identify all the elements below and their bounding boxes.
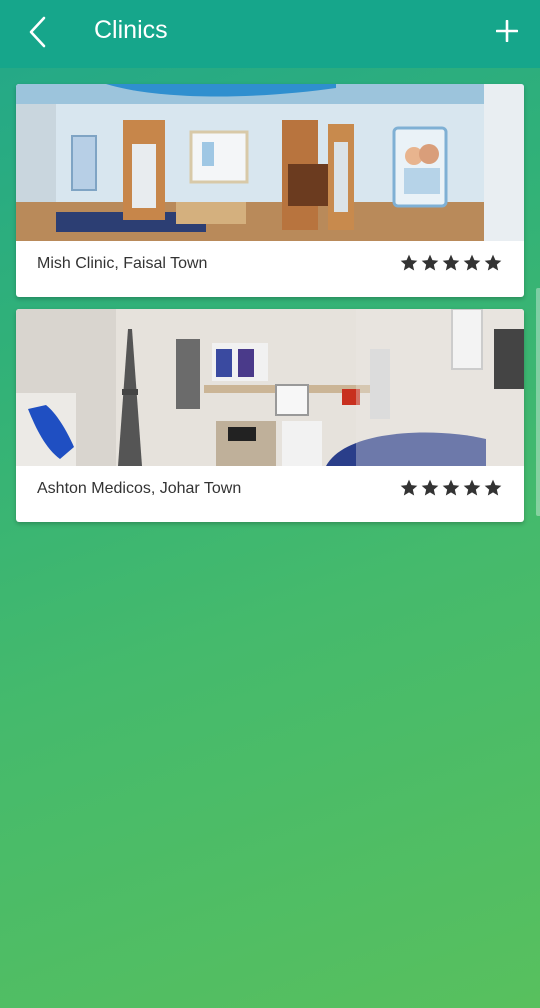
clinic-photo — [16, 84, 524, 241]
star-icon — [400, 479, 418, 496]
chevron-left-icon — [29, 16, 46, 48]
clinic-photo — [16, 309, 524, 466]
app-bar: Clinics — [0, 0, 540, 68]
star-icon — [442, 254, 460, 271]
add-clinic-button[interactable] — [486, 10, 528, 52]
star-icon — [400, 254, 418, 271]
star-icon — [442, 479, 460, 496]
rating-stars — [399, 478, 503, 498]
star-icon — [484, 254, 502, 271]
star-icon — [463, 479, 481, 496]
clinic-card[interactable]: Mish Clinic, Faisal Town — [16, 84, 524, 297]
star-icon — [484, 479, 502, 496]
star-icon — [463, 254, 481, 271]
star-icon — [421, 479, 439, 496]
page-title: Clinics — [94, 16, 168, 44]
rating-stars — [399, 253, 503, 273]
clinic-card[interactable]: Ashton Medicos, Johar Town — [16, 309, 524, 522]
back-button[interactable] — [18, 10, 58, 54]
clinic-name: Mish Clinic, Faisal Town — [37, 255, 208, 272]
plus-icon — [496, 20, 518, 42]
scroll-indicator — [536, 288, 540, 516]
clinic-name: Ashton Medicos, Johar Town — [37, 480, 242, 497]
star-icon — [421, 254, 439, 271]
